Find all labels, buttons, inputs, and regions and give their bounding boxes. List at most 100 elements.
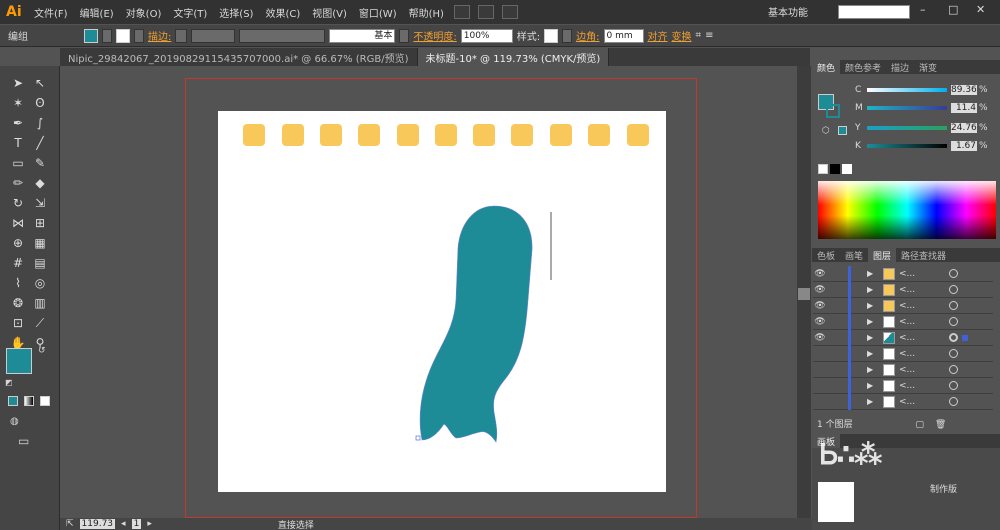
layer-count: 1 个图层 — [817, 420, 853, 430]
target-icon[interactable] — [949, 285, 958, 294]
layer-thumbnail — [883, 347, 895, 360]
k-label: K — [855, 141, 861, 151]
expand-arrow-icon[interactable]: ▶ — [867, 349, 877, 358]
tab-layers[interactable]: 图层 — [868, 248, 897, 262]
layer-name[interactable]: <... — [899, 269, 941, 279]
panel-stroke-swatch[interactable] — [826, 104, 840, 118]
new-layer-icon[interactable]: ▢ — [915, 420, 924, 430]
target-icon[interactable] — [949, 349, 958, 358]
web-safe-swatch[interactable] — [838, 126, 847, 135]
expand-arrow-icon[interactable]: ▶ — [867, 365, 877, 374]
current-tool-label[interactable]: 直接选择 — [278, 518, 314, 530]
tab-swatches[interactable]: 色板 — [812, 248, 840, 262]
layer-color-bar — [848, 329, 851, 346]
m-track[interactable] — [867, 106, 947, 110]
layer-thumbnail — [883, 331, 895, 344]
status-bar: ⇱ 119.73 ◂ 1 ▸ 直接选择 — [60, 518, 812, 530]
target-icon[interactable] — [949, 333, 958, 342]
layer-name[interactable]: <... — [899, 333, 941, 343]
zoom-field[interactable]: 119.73 — [79, 519, 116, 529]
visibility-eye-icon[interactable]: 👁 — [813, 285, 827, 295]
target-icon[interactable] — [949, 381, 958, 390]
c-value[interactable]: 89.36 — [951, 85, 977, 95]
layer-name[interactable]: <... — [899, 317, 941, 327]
tab-stroke[interactable]: 描边 — [886, 60, 914, 74]
slider-m[interactable]: M 11.4 % — [855, 102, 988, 114]
target-icon[interactable] — [949, 269, 958, 278]
artboard-thumbnail[interactable] — [818, 482, 854, 522]
layer-name[interactable]: <... — [899, 397, 941, 407]
target-icon[interactable] — [949, 301, 958, 310]
expand-arrow-icon[interactable]: ▶ — [867, 301, 877, 310]
layer-name[interactable]: <... — [899, 365, 941, 375]
tab-gradient[interactable]: 渐变 — [914, 60, 942, 74]
none-swatch[interactable] — [818, 164, 828, 174]
film-hole — [511, 124, 533, 146]
layer-name[interactable]: <... — [899, 285, 941, 295]
slider-k[interactable]: K 1.67 % — [855, 140, 988, 152]
tab-brushes[interactable]: 画笔 — [840, 248, 868, 262]
visibility-eye-icon[interactable]: 👁 — [813, 333, 827, 343]
expand-arrow-icon[interactable]: ▶ — [867, 381, 877, 390]
k-track[interactable] — [867, 144, 947, 148]
expand-arrow-icon[interactable]: ▶ — [867, 317, 877, 326]
film-hole — [358, 124, 380, 146]
black-swatch[interactable] — [830, 164, 840, 174]
next-artboard-icon[interactable]: ▸ — [147, 519, 152, 529]
layer-color-bar — [848, 393, 851, 410]
c-track[interactable] — [867, 88, 947, 92]
target-icon[interactable] — [949, 317, 958, 326]
layer-name[interactable]: <... — [899, 381, 941, 391]
visibility-eye-icon[interactable]: 👁 — [813, 317, 827, 327]
prev-artboard-icon[interactable]: ◂ — [121, 519, 126, 529]
film-hole — [550, 124, 572, 146]
layer-row[interactable]: ▶ <... — [813, 377, 993, 394]
layer-thumbnail — [883, 379, 895, 392]
tab-color-guide[interactable]: 颜色参考 — [840, 60, 886, 74]
m-value[interactable]: 11.4 — [951, 103, 977, 113]
k-value[interactable]: 1.67 — [951, 141, 977, 151]
expand-arrow-icon[interactable]: ▶ — [867, 397, 877, 406]
layer-row[interactable]: 👁 ▶ <... — [813, 265, 993, 282]
film-hole — [320, 124, 342, 146]
y-value[interactable]: 24.76 — [951, 123, 977, 133]
target-icon[interactable] — [949, 365, 958, 374]
target-icon[interactable] — [949, 397, 958, 406]
layer-name[interactable]: <... — [899, 301, 941, 311]
visibility-eye-icon[interactable]: 👁 — [813, 269, 827, 279]
selection-indicator[interactable] — [962, 334, 968, 341]
layer-row[interactable]: ▶ <... — [813, 393, 993, 410]
layer-row[interactable]: 👁 ▶ <... — [813, 329, 993, 346]
tab-color[interactable]: 颜色 — [812, 60, 841, 74]
out-of-gamut-icon: ⬡ — [822, 126, 830, 136]
y-track[interactable] — [867, 126, 947, 130]
layer-color-bar — [848, 377, 851, 394]
expand-arrow-icon[interactable]: ▶ — [867, 285, 877, 294]
watermark-logo: Ꮟ∴⁂ — [820, 438, 882, 471]
layer-row[interactable]: 👁 ▶ <... — [813, 313, 993, 330]
tab-pathfinder[interactable]: 路径查找器 — [896, 248, 951, 262]
layer-row[interactable]: 👁 ▶ <... — [813, 281, 993, 298]
layers-footer: 1 个图层 ▢ 🗑 — [813, 417, 993, 431]
visibility-eye-icon[interactable]: 👁 — [813, 301, 827, 311]
layer-name[interactable]: <... — [899, 349, 941, 359]
artboard-badge[interactable]: 制作版 — [930, 482, 957, 495]
layer-row[interactable]: ▶ <... — [813, 345, 993, 362]
layer-row[interactable]: ▶ <... — [813, 361, 993, 378]
vertical-scroll-thumb[interactable] — [798, 288, 810, 300]
expand-arrow-icon[interactable]: ▶ — [867, 269, 877, 278]
layer-thumbnail — [883, 267, 895, 280]
artboard-nav-icon[interactable]: ⇱ — [66, 519, 74, 529]
layer-color-bar — [848, 313, 851, 330]
anchor-point — [415, 435, 421, 441]
layer-thumbnail — [883, 395, 895, 408]
artboard-number-field[interactable]: 1 — [131, 519, 142, 529]
delete-layer-icon[interactable]: 🗑 — [935, 420, 946, 430]
film-hole — [435, 124, 457, 146]
expand-arrow-icon[interactable]: ▶ — [867, 333, 877, 342]
slider-c[interactable]: C 89.36 % — [855, 84, 988, 96]
white-swatch[interactable] — [842, 164, 852, 174]
slider-y[interactable]: Y 24.76 % — [855, 122, 988, 134]
film-hole — [282, 124, 304, 146]
layer-row[interactable]: 👁 ▶ <... — [813, 297, 993, 314]
